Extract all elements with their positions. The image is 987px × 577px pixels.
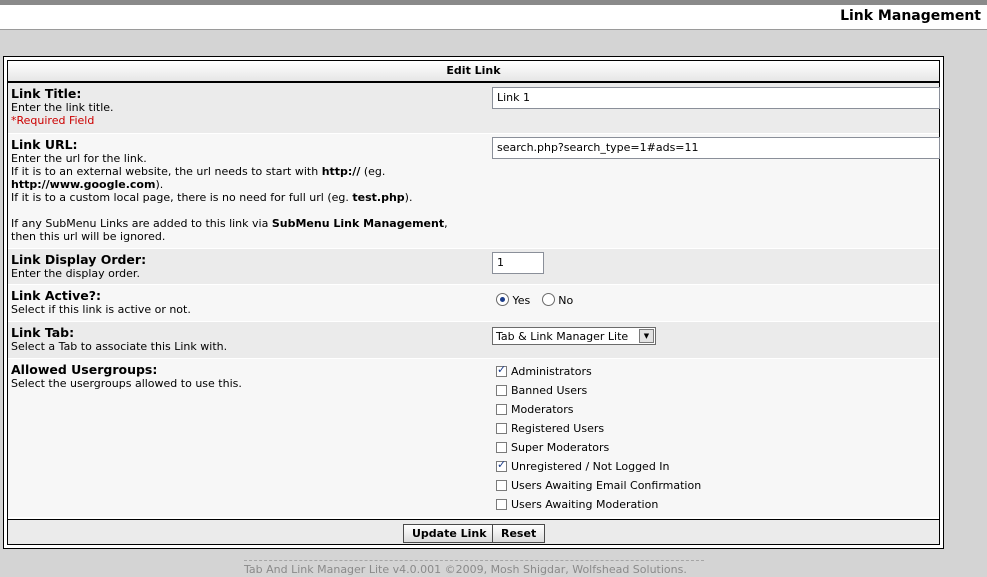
usergroups-list: ✓ Administrators Banned Users Moderators Reg… — [496, 363, 796, 517]
link-url-desc-4: If it is to a custom local page, there i… — [11, 191, 413, 204]
usergroup-checkbox[interactable]: ✓ — [496, 458, 507, 472]
active-no-label: No — [558, 294, 574, 307]
link-active-row: Link Active?: Select if this link is act… — [8, 285, 939, 322]
usergroup-item: Users Awaiting Moderation — [496, 498, 658, 511]
link-url-desc-5: If any SubMenu Links are added to this l… — [11, 217, 448, 230]
usergroup-item: Moderators — [496, 403, 574, 416]
usergroup-checkbox[interactable]: ✓ — [496, 363, 507, 377]
display-order-input[interactable]: 1 — [492, 252, 544, 274]
required-field-note: *Required Field — [11, 114, 95, 127]
page-header: Link Management — [0, 5, 987, 30]
link-active-label: Link Active?: — [11, 288, 102, 303]
page-title: Link Management — [840, 8, 981, 24]
usergroup-label: Users Awaiting Moderation — [511, 498, 659, 511]
usergroup-item: Users Awaiting Email Confirmation — [496, 479, 701, 492]
link-url-row: Link URL: Enter the url for the link. If… — [8, 134, 940, 249]
usergroup-item: Registered Users — [496, 422, 604, 435]
link-url-desc-3: http://www.google.com). — [11, 178, 164, 191]
usergroup-item: ✓ Administrators — [496, 363, 592, 378]
usergroups-row: Allowed Usergroups: Select the usergroup… — [8, 359, 939, 517]
usergroup-label: Administrators — [511, 365, 592, 378]
display-order-row: Link Display Order: Enter the display or… — [8, 249, 939, 285]
usergroup-label: Moderators — [511, 403, 574, 416]
usergroup-checkbox[interactable] — [496, 404, 507, 415]
link-tab-label: Link Tab: — [11, 325, 75, 340]
usergroups-label: Allowed Usergroups: — [11, 362, 158, 377]
form-buttons-bar: Update Link Reset — [8, 519, 939, 544]
usergroup-checkbox[interactable] — [496, 423, 507, 434]
link-url-desc-2: If it is to an external website, the url… — [11, 165, 386, 178]
active-no-radio[interactable] — [541, 293, 555, 306]
usergroup-checkbox[interactable] — [496, 442, 507, 453]
link-active-desc: Select if this link is active or not. — [11, 303, 191, 316]
check-icon: ✓ — [497, 458, 507, 471]
link-url-desc-1: Enter the url for the link. — [11, 152, 147, 165]
display-order-label: Link Display Order: — [11, 252, 147, 267]
active-yes-radio[interactable] — [496, 293, 509, 306]
usergroup-label: Unregistered / Not Logged In — [511, 460, 670, 473]
link-url-input[interactable]: search.php?search_type=1#ads=11 — [492, 137, 940, 159]
usergroup-item: Super Moderators — [496, 441, 609, 454]
link-url-label: Link URL: — [11, 137, 78, 152]
check-icon: ✓ — [497, 363, 507, 376]
usergroup-label: Banned Users — [511, 384, 588, 397]
usergroup-item: Banned Users — [496, 384, 587, 397]
usergroup-label: Super Moderators — [511, 441, 610, 454]
link-url-desc-6: then this url will be ignored. — [11, 230, 166, 243]
link-tab-desc: Select a Tab to associate this Link with… — [11, 340, 228, 353]
link-title-input[interactable]: Link 1 — [492, 87, 940, 109]
link-tab-row: Link Tab: Select a Tab to associate this… — [8, 322, 939, 359]
usergroup-label: Users Awaiting Email Confirmation — [511, 479, 702, 492]
chevron-down-icon[interactable]: ▼ — [639, 329, 654, 343]
usergroup-checkbox[interactable] — [496, 385, 507, 396]
link-title-desc: Enter the link title. — [11, 101, 114, 114]
link-tab-selected: Tab & Link Manager Lite — [496, 330, 629, 343]
display-order-desc: Enter the display order. — [11, 267, 140, 280]
usergroups-desc: Select the usergroups allowed to use thi… — [11, 377, 242, 390]
usergroup-checkbox[interactable] — [496, 480, 507, 491]
copyright-footer: Tab And Link Manager Lite v4.0.001 ©2009… — [244, 560, 704, 576]
usergroup-item: ✓ Unregistered / Not Logged In — [496, 458, 670, 473]
active-yes-label: Yes — [512, 294, 531, 307]
link-tab-select[interactable]: Tab & Link Manager Lite ▼ — [492, 327, 656, 345]
reset-button[interactable]: Reset — [492, 524, 546, 543]
update-link-button[interactable]: Update Link — [403, 524, 496, 543]
edit-link-panel: Edit Link Link Title: Enter the link tit… — [3, 56, 944, 549]
usergroup-checkbox[interactable] — [496, 499, 507, 510]
usergroup-label: Registered Users — [511, 422, 605, 435]
link-title-row: Link Title: Enter the link title. *Requi… — [8, 83, 940, 134]
edit-link-heading: Edit Link — [8, 61, 939, 83]
link-title-label: Link Title: — [11, 86, 82, 101]
